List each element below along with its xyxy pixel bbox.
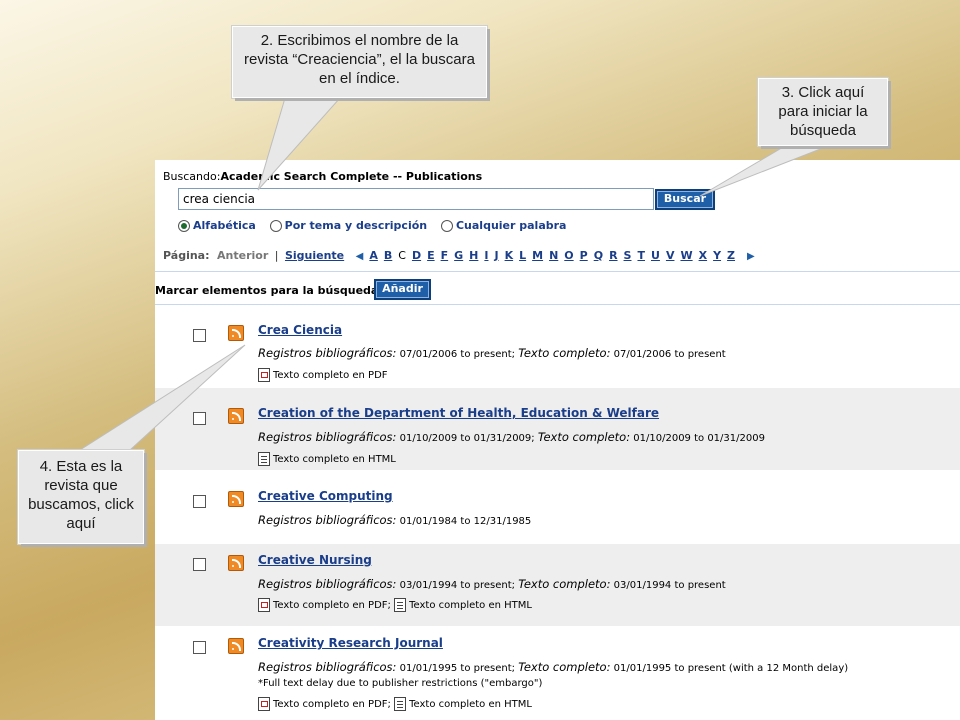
pointer-step3 (699, 145, 829, 197)
pointer-step2 (257, 97, 342, 191)
callout-step-4: 4. Esta es la revista que buscamos, clic… (18, 450, 144, 544)
callout-step-3: 3. Click aquí para iniciar la búsqueda (758, 78, 888, 146)
callout-step-2: 2. Escribimos el nombre de la revista “C… (232, 26, 487, 98)
pointer-step4 (78, 344, 246, 451)
